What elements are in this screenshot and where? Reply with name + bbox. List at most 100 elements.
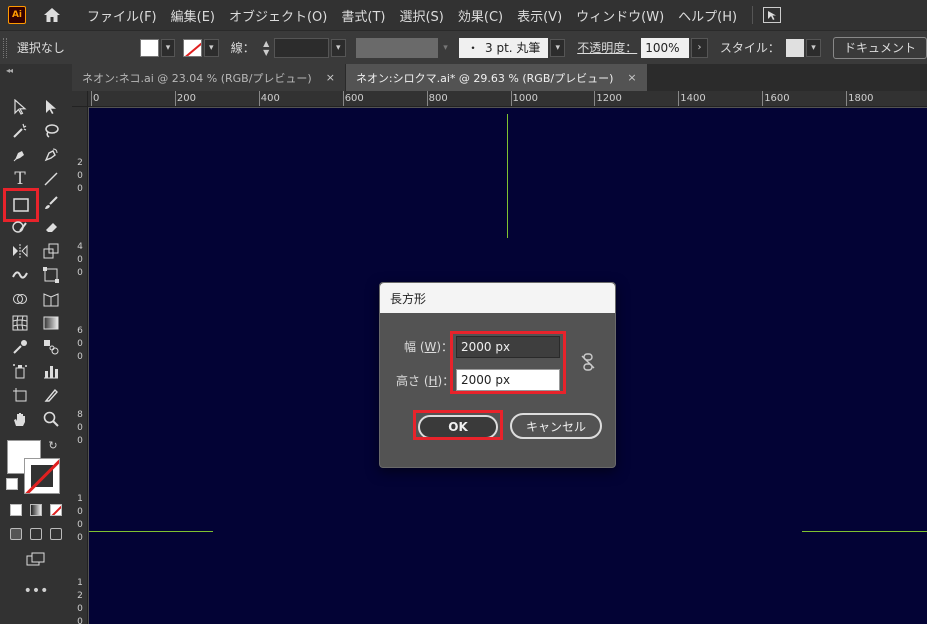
- gradient-mode-icon[interactable]: [30, 504, 42, 516]
- stroke-dropdown-chevron-icon[interactable]: ▾: [203, 38, 219, 57]
- menu-item[interactable]: 編集(E): [164, 6, 222, 25]
- constrain-proportions-link-icon[interactable]: [580, 353, 596, 371]
- brush-definition[interactable]: ・ 3 pt. 丸筆: [458, 37, 549, 58]
- color-mode-icon[interactable]: [10, 504, 22, 516]
- shaper-tool-icon[interactable]: [9, 216, 31, 238]
- swap-fill-stroke-icon[interactable]: ↻: [46, 438, 60, 452]
- scale-tool-icon[interactable]: [40, 240, 62, 262]
- menu-item[interactable]: 選択(S): [392, 6, 450, 25]
- menu-item[interactable]: オブジェクト(O): [222, 6, 334, 25]
- direct-selection-tool-icon[interactable]: [40, 96, 62, 118]
- mesh-tool-icon[interactable]: [9, 312, 31, 334]
- stroke-label: 線：: [230, 41, 255, 55]
- opacity-arrow-icon[interactable]: ›: [691, 37, 708, 58]
- panel-grip[interactable]: [3, 37, 7, 58]
- home-icon[interactable]: [42, 5, 62, 25]
- symbol-sprayer-tool-icon[interactable]: [9, 360, 31, 382]
- control-bar: 選択なし ▾ ▾ 線： ▲ ▼ ▾ ▾ ・ 3 pt. 丸筆 ▾ 不透明度： 10…: [0, 30, 927, 64]
- edit-toolbar-more-icon[interactable]: •••: [24, 580, 49, 602]
- ruler-tick: [762, 91, 764, 106]
- dialog-title: 長方形: [380, 283, 615, 313]
- brush-label: 3 pt. 丸筆: [485, 41, 541, 55]
- slice-tool-icon[interactable]: [40, 384, 62, 406]
- stroke-color-box[interactable]: [24, 458, 60, 494]
- menu-item[interactable]: 表示(V): [510, 6, 569, 25]
- zoom-tool-icon[interactable]: [40, 408, 62, 430]
- vertical-guide: [507, 114, 508, 238]
- input-highlight-box: [450, 331, 566, 394]
- eraser-tool-icon[interactable]: [40, 216, 62, 238]
- document-tab[interactable]: ネオン:ネコ.ai @ 23.04 % (RGB/プレビュー) ×: [72, 64, 346, 91]
- perspective-grid-tool-icon[interactable]: [40, 288, 62, 310]
- lasso-tool-icon[interactable]: [40, 120, 62, 142]
- close-tab-icon[interactable]: ×: [627, 71, 636, 84]
- rectangle-tool-icon[interactable]: [3, 188, 39, 222]
- vertical-ruler[interactable]: 200 400 600 800 1000 1200: [72, 107, 88, 624]
- horizontal-ruler[interactable]: 0 200 400 600 800 1000 1200 1400 1600 1800: [88, 91, 927, 107]
- horizontal-guide-right: [802, 531, 927, 532]
- blend-tool-icon[interactable]: [40, 336, 62, 358]
- type-tool-icon[interactable]: T: [9, 168, 31, 190]
- menu-item[interactable]: 効果(C): [451, 6, 510, 25]
- reflect-tool-icon[interactable]: [9, 240, 31, 262]
- brush-chevron-icon[interactable]: ▾: [550, 38, 566, 57]
- profile-chevron-icon[interactable]: ▾: [440, 38, 451, 58]
- arrange-documents-icon[interactable]: [763, 7, 782, 23]
- document-setup-button[interactable]: ドキュメント: [832, 36, 927, 59]
- tab-label: ネオン:シロクマ.ai* @ 29.63 % (RGB/プレビュー): [355, 71, 614, 85]
- none-mode-icon[interactable]: [50, 504, 62, 516]
- fill-color-swatch[interactable]: [140, 38, 159, 57]
- stroke-color-swatch[interactable]: [183, 38, 202, 57]
- cancel-button[interactable]: キャンセル: [510, 413, 602, 439]
- opacity-input[interactable]: 100%: [641, 37, 690, 58]
- draw-inside-icon[interactable]: [50, 528, 62, 540]
- ruler-label: 0: [93, 93, 100, 104]
- ruler-tick: [426, 91, 428, 106]
- pen-tool-icon[interactable]: [9, 144, 31, 166]
- document-tab[interactable]: ネオン:シロクマ.ai* @ 29.63 % (RGB/プレビュー) ×: [345, 64, 648, 91]
- menu-item[interactable]: ウィンドウ(W): [569, 6, 671, 25]
- eyedropper-tool-icon[interactable]: [9, 336, 31, 358]
- line-segment-tool-icon[interactable]: [40, 168, 62, 190]
- selection-tool-icon[interactable]: [9, 96, 31, 118]
- screen-mode-icon[interactable]: [25, 548, 47, 570]
- tools-panel: ◂◂ T ↻ •••: [0, 64, 72, 624]
- horizontal-guide-left: [89, 531, 213, 532]
- ruler-tick: [510, 91, 512, 106]
- hand-tool-icon[interactable]: [9, 408, 31, 430]
- ruler-label: 1200: [77, 577, 83, 624]
- ruler-label: 1400: [680, 93, 706, 104]
- stroke-weight-stepper-icon[interactable]: ▲ ▼: [261, 39, 272, 57]
- paintbrush-tool-icon[interactable]: [40, 192, 62, 214]
- draw-normal-icon[interactable]: [10, 528, 22, 540]
- graphic-style-swatch[interactable]: [785, 38, 805, 57]
- menu-item[interactable]: ファイル(F): [80, 6, 164, 25]
- selection-status: 選択なし: [16, 41, 65, 55]
- column-graph-tool-icon[interactable]: [40, 360, 62, 382]
- stroke-weight-chevron-icon[interactable]: ▾: [330, 38, 346, 57]
- width-label: 幅 (W)：: [404, 340, 454, 354]
- height-label: 高さ (H)：: [396, 374, 455, 388]
- menu-item[interactable]: ヘルプ(H): [671, 6, 744, 25]
- free-transform-tool-icon[interactable]: [40, 264, 62, 286]
- gradient-tool-icon[interactable]: [40, 312, 62, 334]
- close-tab-icon[interactable]: ×: [326, 71, 335, 84]
- magic-wand-tool-icon[interactable]: [9, 120, 31, 142]
- artboard-tool-icon[interactable]: [9, 384, 31, 406]
- default-colors-icon[interactable]: [6, 478, 18, 490]
- ruler-label: 600: [344, 93, 364, 104]
- collapse-panel-icon[interactable]: ◂◂: [6, 66, 13, 75]
- opacity-label[interactable]: 不透明度：: [577, 39, 637, 56]
- shape-builder-tool-icon[interactable]: [9, 288, 31, 310]
- ruler-label: 1000: [77, 493, 83, 543]
- ruler-origin[interactable]: [72, 91, 88, 107]
- variable-width-profile[interactable]: [355, 37, 438, 58]
- tab-label: ネオン:ネコ.ai @ 23.04 % (RGB/プレビュー): [82, 71, 312, 85]
- curvature-tool-icon[interactable]: [40, 144, 62, 166]
- style-chevron-icon[interactable]: ▾: [806, 38, 821, 57]
- draw-behind-icon[interactable]: [30, 528, 42, 540]
- width-tool-icon[interactable]: [9, 264, 31, 286]
- stroke-weight-input[interactable]: [273, 37, 329, 58]
- fill-dropdown-chevron-icon[interactable]: ▾: [160, 38, 176, 57]
- menu-item[interactable]: 書式(T): [334, 6, 392, 25]
